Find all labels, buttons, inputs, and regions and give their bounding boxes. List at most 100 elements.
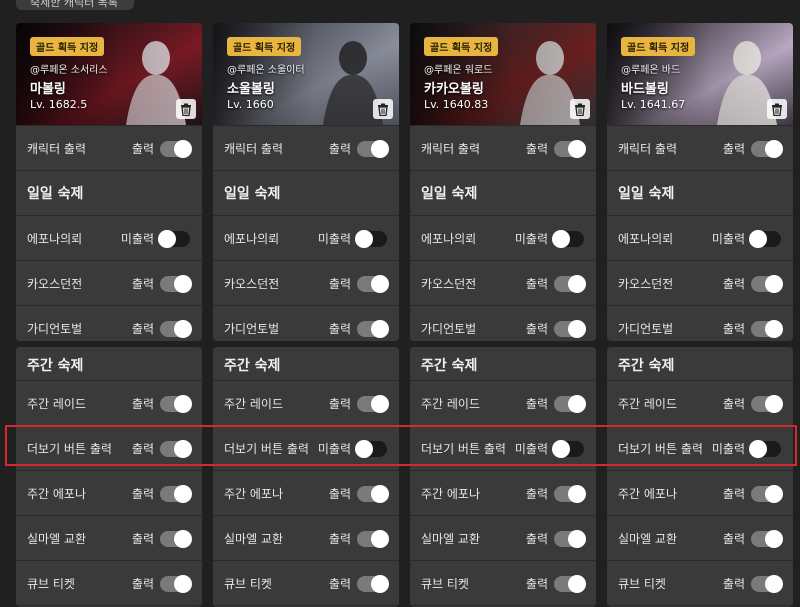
setting-row[interactable]: 가디언토벌 출력 bbox=[16, 306, 202, 341]
setting-label: 에포나의뢰 bbox=[618, 232, 674, 246]
setting-row[interactable]: 캐릭터 출력 출력 bbox=[16, 126, 202, 171]
output-toggle[interactable] bbox=[160, 320, 192, 338]
output-toggle[interactable] bbox=[355, 230, 387, 248]
output-toggle[interactable] bbox=[554, 320, 586, 338]
output-toggle[interactable] bbox=[751, 140, 783, 158]
output-toggle[interactable] bbox=[160, 395, 192, 413]
setting-row[interactable]: 에포나의뢰 미출력 bbox=[16, 216, 202, 261]
output-toggle[interactable] bbox=[355, 440, 387, 458]
setting-row[interactable]: 가디언토벌 출력 bbox=[607, 306, 793, 341]
setting-label: 가디언토벌 bbox=[618, 322, 674, 336]
output-toggle[interactable] bbox=[751, 530, 783, 548]
output-toggle[interactable] bbox=[751, 395, 783, 413]
delete-character-button[interactable] bbox=[767, 99, 787, 119]
toggle-knob bbox=[568, 575, 586, 593]
setting-row[interactable]: 더보기 버튼 출력 미출력 bbox=[607, 426, 793, 471]
setting-status: 미출력 bbox=[514, 442, 548, 456]
setting-row[interactable]: 실마엘 교환 출력 bbox=[213, 516, 399, 561]
output-toggle[interactable] bbox=[357, 530, 389, 548]
character-handle: @루페온 소서리스 bbox=[30, 65, 108, 76]
setting-row[interactable]: 가디언토벌 출력 bbox=[410, 306, 596, 341]
setting-row[interactable]: 큐브 티켓 출력 bbox=[607, 561, 793, 606]
output-toggle[interactable] bbox=[160, 575, 192, 593]
section-row: 일일 숙제 bbox=[213, 171, 399, 216]
setting-row[interactable]: 주간 레이드 출력 bbox=[16, 381, 202, 426]
setting-row[interactable]: 실마엘 교환 출력 bbox=[410, 516, 596, 561]
setting-row[interactable]: 에포나의뢰 미출력 bbox=[410, 216, 596, 261]
setting-row[interactable]: 더보기 버튼 출력 출력 bbox=[16, 426, 202, 471]
output-toggle[interactable] bbox=[749, 440, 781, 458]
setting-row[interactable]: 주간 레이드 출력 bbox=[213, 381, 399, 426]
setting-row[interactable]: 실마엘 교환 출력 bbox=[607, 516, 793, 561]
output-toggle[interactable] bbox=[554, 485, 586, 503]
setting-status: 출력 bbox=[525, 487, 548, 501]
setting-row[interactable]: 주간 에포나 출력 bbox=[410, 471, 596, 516]
output-toggle[interactable] bbox=[357, 485, 389, 503]
delete-character-button[interactable] bbox=[570, 99, 590, 119]
setting-row[interactable]: 큐브 티켓 출력 bbox=[213, 561, 399, 606]
output-toggle[interactable] bbox=[554, 575, 586, 593]
setting-label: 가디언토벌 bbox=[421, 322, 477, 336]
setting-row[interactable]: 캐릭터 출력 출력 bbox=[213, 126, 399, 171]
delete-character-button[interactable] bbox=[373, 99, 393, 119]
output-toggle[interactable] bbox=[160, 530, 192, 548]
toggle-knob bbox=[355, 230, 373, 248]
setting-row[interactable]: 캐릭터 출력 출력 bbox=[607, 126, 793, 171]
setting-status: 출력 bbox=[722, 322, 745, 336]
toggle-knob bbox=[371, 275, 389, 293]
output-toggle[interactable] bbox=[357, 140, 389, 158]
setting-row[interactable]: 주간 에포나 출력 bbox=[213, 471, 399, 516]
setting-row[interactable]: 카오스던전 출력 bbox=[16, 261, 202, 306]
output-toggle[interactable] bbox=[160, 485, 192, 503]
output-toggle[interactable] bbox=[158, 230, 190, 248]
output-toggle[interactable] bbox=[160, 275, 192, 293]
setting-label: 에포나의뢰 bbox=[224, 232, 280, 246]
setting-label: 캐릭터 출력 bbox=[224, 142, 284, 156]
setting-row[interactable]: 가디언토벌 출력 bbox=[213, 306, 399, 341]
setting-row[interactable]: 주간 에포나 출력 bbox=[607, 471, 793, 516]
output-toggle[interactable] bbox=[554, 395, 586, 413]
setting-row[interactable]: 카오스던전 출력 bbox=[410, 261, 596, 306]
setting-status: 출력 bbox=[131, 277, 154, 291]
setting-row[interactable]: 카오스던전 출력 bbox=[213, 261, 399, 306]
setting-label: 더보기 버튼 출력 bbox=[421, 442, 506, 456]
setting-row[interactable]: 실마엘 교환 출력 bbox=[16, 516, 202, 561]
output-toggle[interactable] bbox=[160, 140, 192, 158]
output-toggle[interactable] bbox=[160, 440, 192, 458]
setting-row[interactable]: 에포나의뢰 미출력 bbox=[607, 216, 793, 261]
setting-row[interactable]: 주간 레이드 출력 bbox=[410, 381, 596, 426]
output-toggle[interactable] bbox=[751, 275, 783, 293]
top-tab[interactable]: 숙제한 캐릭터 목록 bbox=[16, 0, 134, 10]
output-toggle[interactable] bbox=[357, 575, 389, 593]
output-toggle[interactable] bbox=[357, 395, 389, 413]
output-toggle[interactable] bbox=[554, 140, 586, 158]
output-toggle[interactable] bbox=[552, 230, 584, 248]
setting-row[interactable]: 큐브 티켓 출력 bbox=[410, 561, 596, 606]
setting-status: 출력 bbox=[525, 322, 548, 336]
output-toggle[interactable] bbox=[554, 275, 586, 293]
setting-label: 주간 레이드 bbox=[27, 397, 87, 411]
trash-icon bbox=[378, 103, 388, 116]
delete-character-button[interactable] bbox=[176, 99, 196, 119]
setting-row[interactable]: 더보기 버튼 출력 미출력 bbox=[410, 426, 596, 471]
output-toggle[interactable] bbox=[554, 530, 586, 548]
setting-row[interactable]: 카오스던전 출력 bbox=[607, 261, 793, 306]
toggle-knob bbox=[765, 575, 783, 593]
weekly-card: 주간 숙제 주간 레이드 출력 더보기 버튼 출력 미출력 주간 에포나 출력 … bbox=[213, 347, 399, 607]
setting-row[interactable]: 주간 레이드 출력 bbox=[607, 381, 793, 426]
output-toggle[interactable] bbox=[751, 485, 783, 503]
setting-row[interactable]: 주간 에포나 출력 bbox=[16, 471, 202, 516]
setting-row[interactable]: 큐브 티켓 출력 bbox=[16, 561, 202, 606]
output-toggle[interactable] bbox=[751, 575, 783, 593]
toggle-knob bbox=[568, 485, 586, 503]
output-toggle[interactable] bbox=[357, 275, 389, 293]
setting-row[interactable]: 에포나의뢰 미출력 bbox=[213, 216, 399, 261]
output-toggle[interactable] bbox=[552, 440, 584, 458]
setting-row[interactable]: 캐릭터 출력 출력 bbox=[410, 126, 596, 171]
output-toggle[interactable] bbox=[357, 320, 389, 338]
setting-row[interactable]: 더보기 버튼 출력 미출력 bbox=[213, 426, 399, 471]
output-toggle[interactable] bbox=[751, 320, 783, 338]
setting-status: 미출력 bbox=[514, 232, 548, 246]
output-toggle[interactable] bbox=[749, 230, 781, 248]
character-name: 바드볼링 bbox=[621, 82, 669, 97]
